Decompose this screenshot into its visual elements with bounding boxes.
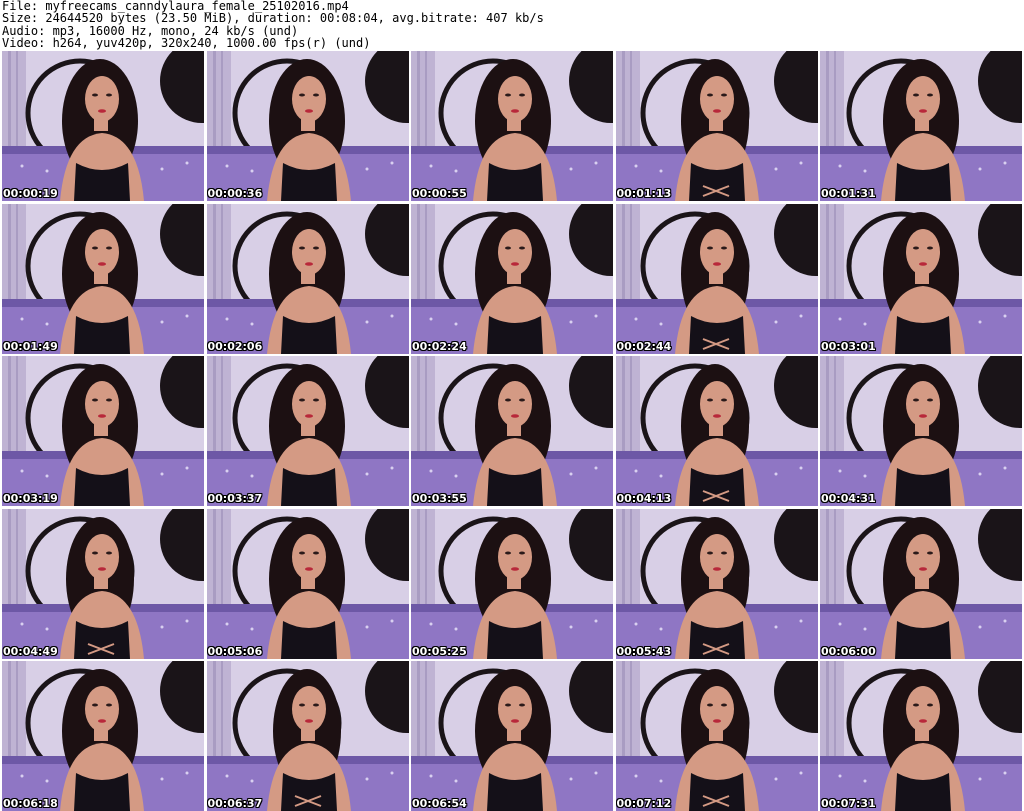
thumbnail-timestamp: 00:03:55 bbox=[412, 492, 467, 505]
video-info-line: Video: h264, yuv420p, 320x240, 1000.00 f… bbox=[2, 36, 371, 51]
video-frame-image bbox=[411, 203, 613, 354]
video-thumbnail: 00:00:55 bbox=[411, 51, 613, 201]
video-thumbnail: 00:02:24 bbox=[411, 203, 613, 354]
video-frame-image bbox=[206, 356, 409, 506]
video-frame-image bbox=[2, 661, 204, 811]
video-thumbnail: 00:01:31 bbox=[820, 51, 1022, 201]
video-frame-image bbox=[206, 508, 409, 659]
thumbnail-timestamp: 00:06:18 bbox=[3, 797, 58, 810]
thumbnail-grid: 00:00:19 00:00:36 00:00:55 00:01:13 00:01:31… bbox=[2, 51, 1022, 811]
video-thumbnail: 00:06:00 bbox=[820, 508, 1022, 659]
video-frame-image bbox=[615, 203, 818, 354]
file-size-line: Size: 24644520 bytes (23.50 MiB), durati… bbox=[2, 11, 544, 26]
thumbnail-timestamp: 00:00:55 bbox=[412, 187, 467, 200]
video-frame-image bbox=[820, 51, 1022, 201]
video-thumbnail: 00:03:19 bbox=[2, 356, 204, 506]
video-frame-image bbox=[411, 51, 613, 201]
video-thumbnail: 00:06:54 bbox=[411, 661, 613, 811]
video-thumbnail: 00:06:37 bbox=[206, 661, 409, 811]
thumbnail-timestamp: 00:00:36 bbox=[207, 187, 263, 200]
video-frame-image bbox=[2, 508, 204, 659]
thumbnail-timestamp: 00:04:31 bbox=[821, 492, 876, 505]
video-thumbnail: 00:02:06 bbox=[206, 203, 409, 354]
thumbnail-timestamp: 00:07:31 bbox=[821, 797, 876, 810]
thumbnail-timestamp: 00:04:13 bbox=[616, 492, 672, 505]
video-frame-image bbox=[820, 356, 1022, 506]
video-thumbnail: 00:06:18 bbox=[2, 661, 204, 811]
video-thumbnail: 00:05:43 bbox=[615, 508, 818, 659]
thumbnail-timestamp: 00:01:13 bbox=[616, 187, 672, 200]
thumbnail-timestamp: 00:00:19 bbox=[3, 187, 58, 200]
video-thumbnail: 00:03:37 bbox=[206, 356, 409, 506]
video-frame-image bbox=[206, 51, 409, 201]
video-frame-image bbox=[206, 661, 409, 811]
thumbnail-timestamp: 00:07:12 bbox=[616, 797, 672, 810]
thumbnail-timestamp: 00:03:01 bbox=[821, 339, 876, 353]
video-thumbnail: 00:02:44 bbox=[615, 203, 818, 354]
thumbnail-timestamp: 00:05:06 bbox=[207, 644, 263, 658]
video-thumbnail: 00:07:12 bbox=[615, 661, 818, 811]
video-frame-image bbox=[2, 51, 204, 201]
video-thumbnail: 00:01:49 bbox=[2, 203, 204, 354]
video-frame-image bbox=[615, 356, 818, 506]
video-thumbnail: 00:07:31 bbox=[820, 661, 1022, 811]
file-info-header: File: myfreecams_canndylaura_female_2510… bbox=[2, 0, 1022, 50]
video-thumbnail: 00:03:01 bbox=[820, 203, 1022, 354]
video-thumbnail: 00:05:06 bbox=[206, 508, 409, 659]
video-thumbnail: 00:01:13 bbox=[615, 51, 818, 201]
video-frame-image bbox=[820, 508, 1022, 659]
video-thumbnail: 00:04:13 bbox=[615, 356, 818, 506]
thumbnail-timestamp: 00:04:49 bbox=[3, 644, 58, 658]
video-thumbnail: 00:05:25 bbox=[411, 508, 613, 659]
thumbnail-timestamp: 00:02:44 bbox=[616, 339, 672, 353]
video-frame-image bbox=[615, 51, 818, 201]
thumbnail-timestamp: 00:06:37 bbox=[207, 797, 263, 810]
thumbnail-timestamp: 00:01:31 bbox=[821, 187, 876, 200]
video-thumbnail: 00:04:31 bbox=[820, 356, 1022, 506]
video-frame-image bbox=[2, 203, 204, 354]
thumbnail-timestamp: 00:02:24 bbox=[412, 339, 467, 353]
thumbnail-timestamp: 00:02:06 bbox=[207, 339, 263, 353]
thumbnail-timestamp: 00:05:25 bbox=[412, 644, 467, 658]
video-thumbnail: 00:00:36 bbox=[206, 51, 409, 201]
video-frame-image bbox=[615, 661, 818, 811]
video-thumbnail: 00:03:55 bbox=[411, 356, 613, 506]
video-frame-image bbox=[411, 661, 613, 811]
video-thumbnail: 00:00:19 bbox=[2, 51, 204, 201]
thumbnail-timestamp: 00:03:19 bbox=[3, 492, 58, 505]
video-frame-image bbox=[2, 356, 204, 506]
video-frame-image bbox=[411, 508, 613, 659]
thumbnail-timestamp: 00:06:00 bbox=[821, 644, 876, 658]
video-frame-image bbox=[411, 356, 613, 506]
video-thumbnail: 00:04:49 bbox=[2, 508, 204, 659]
video-frame-image bbox=[820, 203, 1022, 354]
video-frame-image bbox=[820, 661, 1022, 811]
thumbnail-timestamp: 00:03:37 bbox=[207, 492, 263, 505]
video-frame-image bbox=[206, 203, 409, 354]
video-frame-image bbox=[615, 508, 818, 659]
thumbnail-timestamp: 00:05:43 bbox=[616, 644, 672, 658]
thumbnail-timestamp: 00:06:54 bbox=[412, 797, 467, 810]
thumbnail-timestamp: 00:01:49 bbox=[3, 339, 58, 353]
